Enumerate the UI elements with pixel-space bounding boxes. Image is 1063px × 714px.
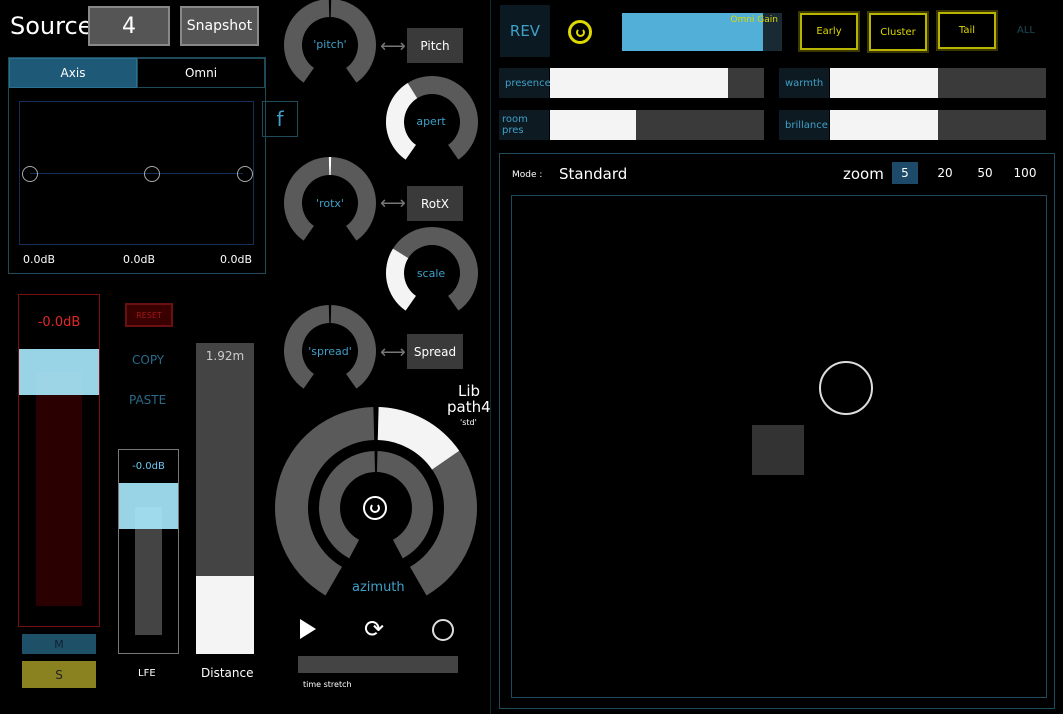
zoom-option-100[interactable]: 100 bbox=[1012, 162, 1038, 184]
mode-label: Mode : bbox=[512, 170, 543, 180]
room-pres-fill bbox=[550, 110, 636, 140]
rev-label: REV bbox=[500, 5, 550, 57]
zoom-option-5[interactable]: 5 bbox=[892, 162, 918, 184]
rev-power-icon[interactable] bbox=[568, 20, 592, 44]
early-button[interactable]: Early bbox=[800, 13, 858, 50]
link-arrow-icon: ⟷ bbox=[380, 342, 406, 363]
brillance-fill bbox=[830, 110, 938, 140]
rotx-knob-label: 'rotx' bbox=[316, 197, 344, 210]
presence-label: presence bbox=[499, 68, 551, 98]
tail-button[interactable]: Tail bbox=[938, 12, 996, 49]
azimuth-power-icon[interactable] bbox=[363, 496, 387, 520]
spread-button[interactable]: Spread bbox=[407, 334, 463, 369]
omni-gain-slider[interactable]: Omni Gain bbox=[622, 13, 782, 51]
loop-icon[interactable]: ⟳ bbox=[364, 615, 384, 643]
zoom-label: zoom bbox=[843, 165, 884, 183]
spatial-view[interactable] bbox=[511, 195, 1047, 698]
lib-preset: 'std' bbox=[460, 418, 477, 427]
link-arrow-icon: ⟷ bbox=[380, 36, 406, 57]
apert-knob-label: apert bbox=[416, 115, 446, 128]
zoom-option-20[interactable]: 20 bbox=[932, 162, 958, 184]
time-stretch-slider[interactable] bbox=[298, 656, 458, 673]
room-pres-label: room pres bbox=[499, 110, 549, 140]
source-point[interactable] bbox=[819, 361, 873, 415]
rotx-button[interactable]: RotX bbox=[407, 186, 463, 221]
pitch-button[interactable]: Pitch bbox=[407, 28, 463, 63]
warmth-slider[interactable] bbox=[830, 68, 1046, 98]
pitch-knob-label: 'pitch' bbox=[313, 38, 347, 51]
presence-slider[interactable] bbox=[550, 68, 764, 98]
brillance-slider[interactable] bbox=[830, 110, 1046, 140]
presence-fill bbox=[550, 68, 728, 98]
play-icon[interactable] bbox=[300, 619, 316, 639]
azimuth-label: azimuth bbox=[352, 580, 405, 595]
time-stretch-label: time stretch bbox=[303, 680, 352, 689]
lib-line2[interactable]: path4 bbox=[447, 398, 491, 416]
spread-knob-label: 'spread' bbox=[308, 345, 352, 358]
zoom-options: 5 20 50 100 bbox=[892, 162, 1038, 184]
brillance-label: brillance bbox=[779, 110, 829, 140]
cluster-button[interactable]: Cluster bbox=[869, 13, 927, 51]
link-arrow-icon: ⟷ bbox=[380, 193, 406, 214]
omni-gain-label: Omni Gain bbox=[730, 15, 778, 25]
spatial-panel: Mode : Standard zoom 5 20 50 100 bbox=[499, 153, 1055, 709]
all-button[interactable]: ALL bbox=[1017, 25, 1035, 36]
scale-knob-label: scale bbox=[416, 267, 446, 280]
record-icon[interactable] bbox=[432, 619, 454, 641]
warmth-label: warmth bbox=[779, 68, 829, 98]
listener-square bbox=[752, 425, 804, 475]
warmth-fill bbox=[830, 68, 938, 98]
mode-value[interactable]: Standard bbox=[559, 165, 627, 183]
zoom-option-50[interactable]: 50 bbox=[972, 162, 998, 184]
room-pres-slider[interactable] bbox=[550, 110, 764, 140]
